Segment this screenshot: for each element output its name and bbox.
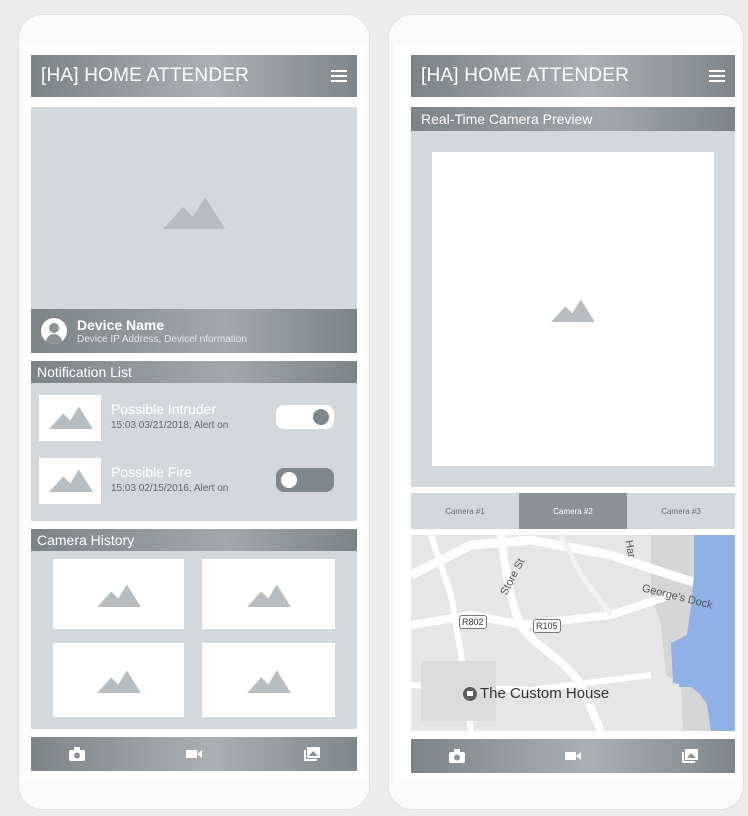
- notification-item-fire[interactable]: Possible Fire 15:03 02/15/2016, Alert on: [39, 458, 349, 504]
- camera-screen: [HA] HOME ATTENDER Real-Time Camera Prev…: [395, 43, 741, 783]
- tab-camera-1[interactable]: Camera #1: [411, 493, 519, 529]
- device-info: Device IP Address, Devicel nformation: [77, 333, 247, 345]
- camera-preview-frame[interactable]: [432, 152, 714, 466]
- alert-toggle[interactable]: [276, 468, 334, 492]
- history-thumbnail[interactable]: [53, 643, 184, 717]
- image-placeholder-icon: [49, 405, 93, 429]
- device-info-bar[interactable]: Device Name Device IP Address, Devicel n…: [31, 309, 357, 353]
- video-icon[interactable]: [565, 749, 581, 763]
- image-placeholder-icon: [247, 583, 291, 607]
- home-screen: [HA] HOME ATTENDER Device Name Device IP…: [21, 43, 367, 783]
- notification-list: Possible Intruder 15:03 03/21/2018, Aler…: [31, 383, 357, 521]
- alert-toggle[interactable]: [276, 405, 334, 429]
- map-place-name: The Custom House: [480, 685, 610, 702]
- image-placeholder-icon: [97, 583, 141, 607]
- app-title: [HA] HOME ATTENDER: [41, 65, 250, 86]
- app-header: [HA] HOME ATTENDER: [411, 55, 735, 97]
- tab-camera-3[interactable]: Camera #3: [627, 493, 735, 529]
- image-placeholder-icon: [163, 195, 225, 229]
- device-image[interactable]: [31, 107, 357, 309]
- device-name: Device Name: [77, 316, 165, 333]
- route-sign: R105: [533, 619, 561, 633]
- menu-icon[interactable]: [331, 70, 347, 82]
- camera-history-grid: [31, 551, 357, 729]
- notification-subtitle: 15:03 03/21/2018, Alert on: [111, 420, 229, 431]
- notification-list-header: Notification List: [31, 361, 357, 383]
- camera-preview-panel: [411, 131, 735, 487]
- gallery-icon[interactable]: [304, 747, 320, 761]
- image-placeholder-icon: [551, 298, 595, 322]
- tab-camera-2[interactable]: Camera #2: [519, 493, 627, 529]
- camera-icon[interactable]: [69, 747, 85, 761]
- bottom-nav: [411, 739, 735, 773]
- notification-subtitle: 15:03 02/15/2016, Alert on: [111, 483, 229, 494]
- camera-icon[interactable]: [449, 749, 465, 763]
- camera-tabs: Camera #1 Camera #2 Camera #3: [411, 493, 735, 529]
- video-icon[interactable]: [186, 747, 202, 761]
- image-placeholder-icon: [49, 468, 93, 492]
- notification-title: Possible Fire: [111, 464, 192, 480]
- landmark-icon: [463, 686, 477, 701]
- notification-title: Possible Intruder: [111, 401, 217, 417]
- notification-list-title: Notification List: [37, 364, 132, 380]
- notification-item-intruder[interactable]: Possible Intruder 15:03 03/21/2018, Aler…: [39, 395, 349, 441]
- history-thumbnail[interactable]: [53, 559, 184, 629]
- menu-icon[interactable]: [709, 70, 725, 82]
- map-place-label: The Custom House: [463, 685, 609, 702]
- avatar-icon: [41, 318, 67, 344]
- history-thumbnail[interactable]: [202, 559, 335, 629]
- gallery-icon[interactable]: [682, 749, 698, 763]
- app-title: [HA] HOME ATTENDER: [421, 65, 630, 86]
- camera-preview-title: Real-Time Camera Preview: [421, 111, 593, 127]
- camera-history-title: Camera History: [37, 532, 135, 548]
- image-placeholder-icon: [247, 669, 291, 693]
- bottom-nav: [31, 737, 357, 771]
- notification-thumbnail: [39, 458, 101, 504]
- camera-preview-header: Real-Time Camera Preview: [411, 107, 735, 131]
- route-sign: R802: [459, 615, 487, 629]
- app-header: [HA] HOME ATTENDER: [31, 55, 357, 97]
- image-placeholder-icon: [97, 669, 141, 693]
- camera-history-header: Camera History: [31, 529, 357, 551]
- notification-thumbnail: [39, 395, 101, 441]
- phone-camera: [HA] HOME ATTENDER Real-Time Camera Prev…: [388, 14, 744, 810]
- phone-home: [HA] HOME ATTENDER Device Name Device IP…: [18, 14, 370, 810]
- history-thumbnail[interactable]: [202, 643, 335, 717]
- location-map[interactable]: Store St Har George's Dock R802 R105 The…: [411, 535, 735, 731]
